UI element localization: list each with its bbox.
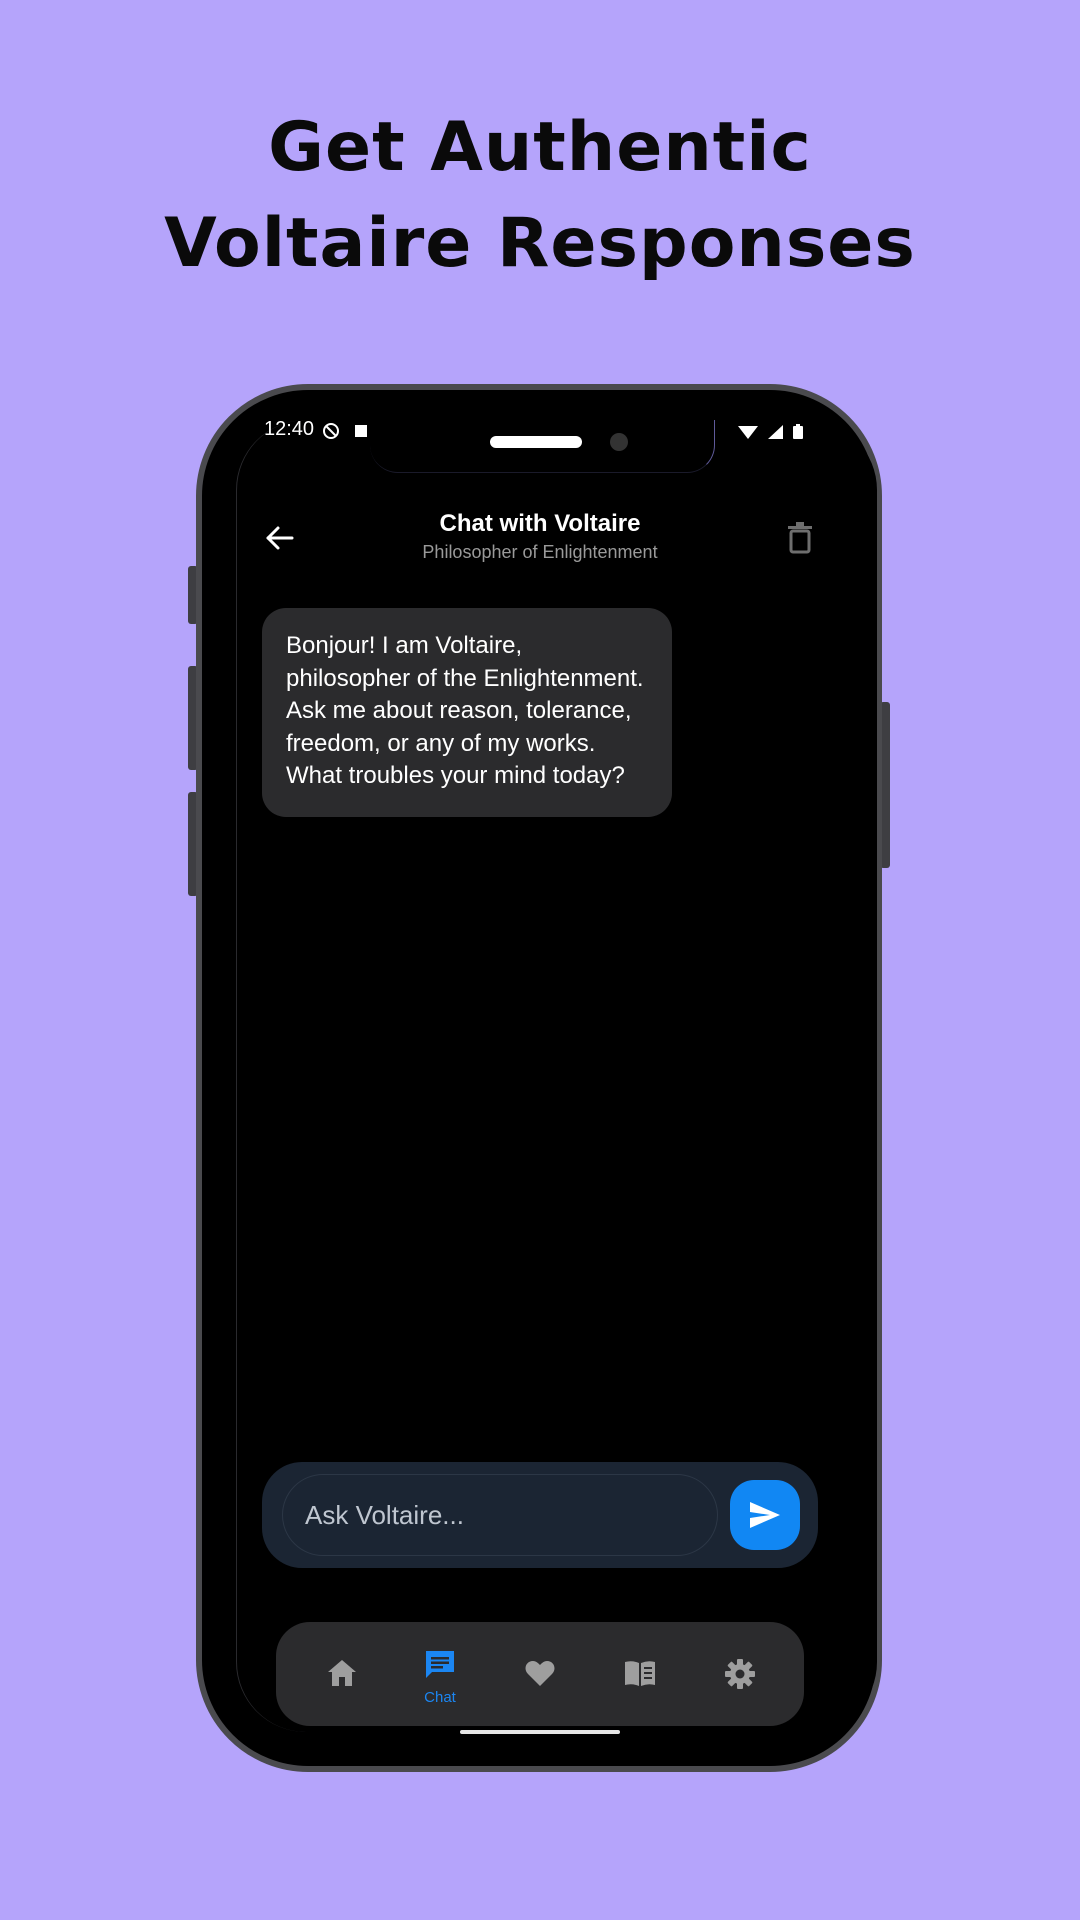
trash-icon (788, 522, 812, 554)
front-camera (610, 433, 628, 451)
marketing-headline: Get Authentic Voltaire Responses (0, 100, 1080, 292)
chat-icon (426, 1651, 454, 1678)
nav-item-favorites[interactable] (510, 1658, 570, 1693)
nav-label-chat: Chat (424, 1689, 456, 1706)
book-icon (625, 1661, 655, 1686)
cell-signal-icon (768, 425, 783, 439)
send-button[interactable] (730, 1480, 800, 1550)
phone-speaker (490, 436, 582, 448)
wifi-icon (738, 426, 758, 439)
send-icon (750, 1502, 780, 1528)
nav-item-library[interactable] (610, 1658, 670, 1693)
arrow-left-icon (266, 526, 294, 550)
headline-line-1: Get Authentic (268, 108, 812, 187)
notification-square-icon (355, 425, 367, 437)
clear-chat-button[interactable] (786, 522, 814, 554)
status-right-icons (738, 424, 804, 440)
message-input[interactable] (282, 1474, 718, 1556)
nav-item-settings[interactable] (710, 1658, 770, 1695)
status-left-icons (322, 422, 368, 440)
chat-subtitle: Philosopher of Enlightenment (422, 542, 658, 562)
gear-icon (725, 1659, 755, 1689)
nav-item-home[interactable] (312, 1658, 372, 1693)
heart-icon (525, 1661, 555, 1686)
home-icon (328, 1660, 356, 1686)
bot-message-bubble: Bonjour! I am Voltaire, philosopher of t… (262, 608, 672, 817)
chat-title: Chat with Voltaire (439, 510, 641, 537)
nav-item-chat[interactable]: Chat (410, 1648, 470, 1706)
back-button[interactable] (262, 520, 298, 556)
gesture-handle[interactable] (460, 1730, 620, 1734)
do-not-disturb-icon (323, 423, 339, 439)
message-text: Bonjour! I am Voltaire, philosopher of t… (286, 632, 644, 789)
status-time: 12:40 (264, 418, 315, 440)
battery-icon (793, 424, 803, 439)
headline-line-2: Voltaire Responses (164, 204, 916, 283)
